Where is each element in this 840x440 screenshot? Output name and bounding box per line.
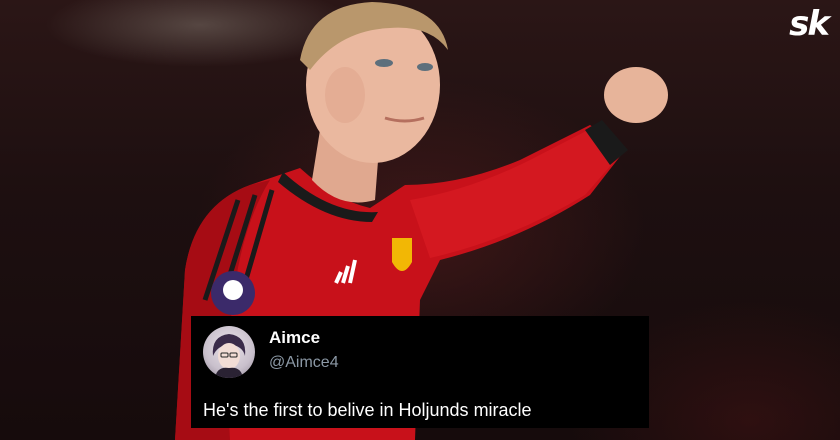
club-crest-badge	[392, 238, 412, 271]
user-avatar[interactable]	[203, 326, 255, 378]
premier-league-badge	[211, 271, 255, 315]
tweet-handle[interactable]: @Aimce4	[269, 354, 339, 372]
tweet-display-name[interactable]: Aimce	[269, 328, 320, 348]
tweet-text: He's the first to belive in Holjunds mir…	[203, 400, 532, 420]
sportskeeda-logo: sk	[789, 4, 830, 44]
player-fist	[604, 67, 668, 123]
tweet-card: Aimce @Aimce4 He's the first to belive i…	[191, 316, 649, 428]
avatar-illustration	[212, 334, 246, 378]
